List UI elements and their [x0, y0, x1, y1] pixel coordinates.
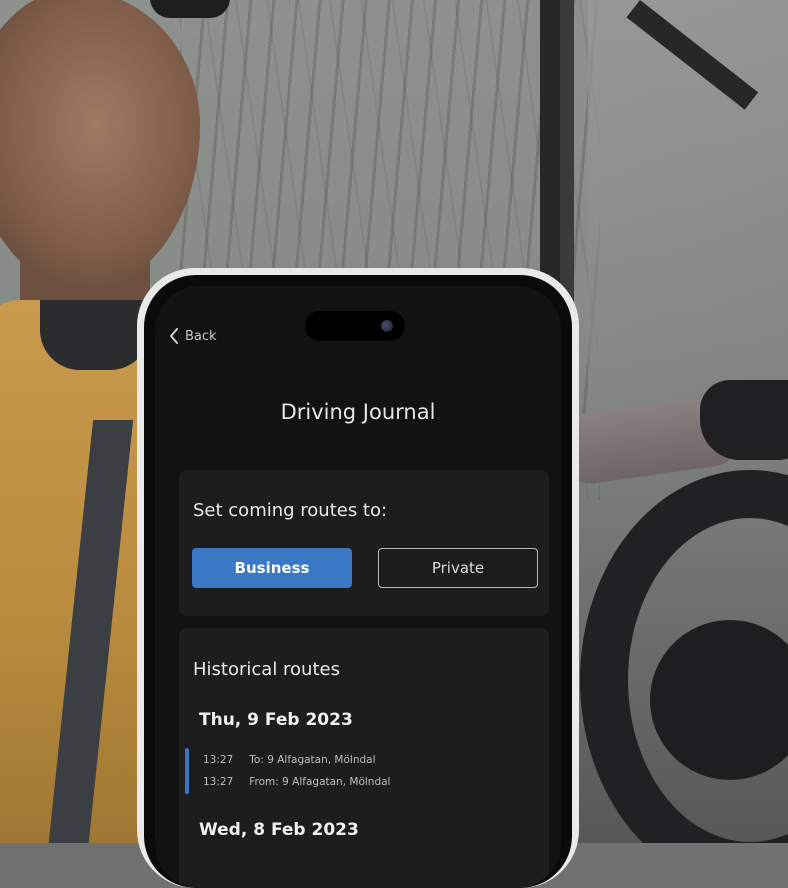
- page-title: Driving Journal: [280, 400, 436, 424]
- route-group[interactable]: 13:27 To: 9 Alfagatan, Mölndal 13:27 Fro…: [185, 748, 525, 794]
- phone-screen: Back Driving Journal Set coming routes t…: [155, 286, 561, 888]
- phone-bezel: Back Driving Journal Set coming routes t…: [144, 275, 572, 888]
- route-row[interactable]: 13:27 From: 9 Alfagatan, Mölndal: [203, 776, 390, 788]
- route-time: 13:27: [203, 754, 234, 766]
- historical-routes-heading: Historical routes: [193, 659, 340, 680]
- route-time: 13:27: [203, 776, 234, 788]
- background-person-cap: [150, 0, 230, 18]
- background-glove: [700, 380, 788, 460]
- business-button[interactable]: Business: [192, 548, 352, 588]
- back-label: Back: [185, 328, 217, 344]
- private-button[interactable]: Private: [378, 548, 538, 588]
- route-indicator: [185, 748, 189, 794]
- route-origin: From: 9 Alfagatan, Mölndal: [249, 776, 391, 788]
- camera-icon: [381, 320, 393, 332]
- day-heading: Wed, 8 Feb 2023: [199, 820, 359, 840]
- route-type-heading: Set coming routes to:: [193, 500, 388, 521]
- chevron-left-icon: [169, 328, 179, 344]
- background-person-collar: [40, 300, 150, 370]
- background-person-head: [0, 0, 200, 290]
- route-destination: To: 9 Alfagatan, Mölndal: [249, 754, 376, 766]
- back-button[interactable]: Back: [169, 328, 217, 344]
- phone-frame: Back Driving Journal Set coming routes t…: [137, 268, 579, 888]
- dynamic-island: [305, 311, 405, 341]
- historical-routes-card: Historical routes Thu, 9 Feb 2023 13:27 …: [179, 628, 549, 888]
- route-row[interactable]: 13:27 To: 9 Alfagatan, Mölndal: [203, 754, 376, 766]
- route-type-card: Set coming routes to: Business Private: [179, 470, 549, 616]
- day-heading: Thu, 9 Feb 2023: [199, 710, 353, 730]
